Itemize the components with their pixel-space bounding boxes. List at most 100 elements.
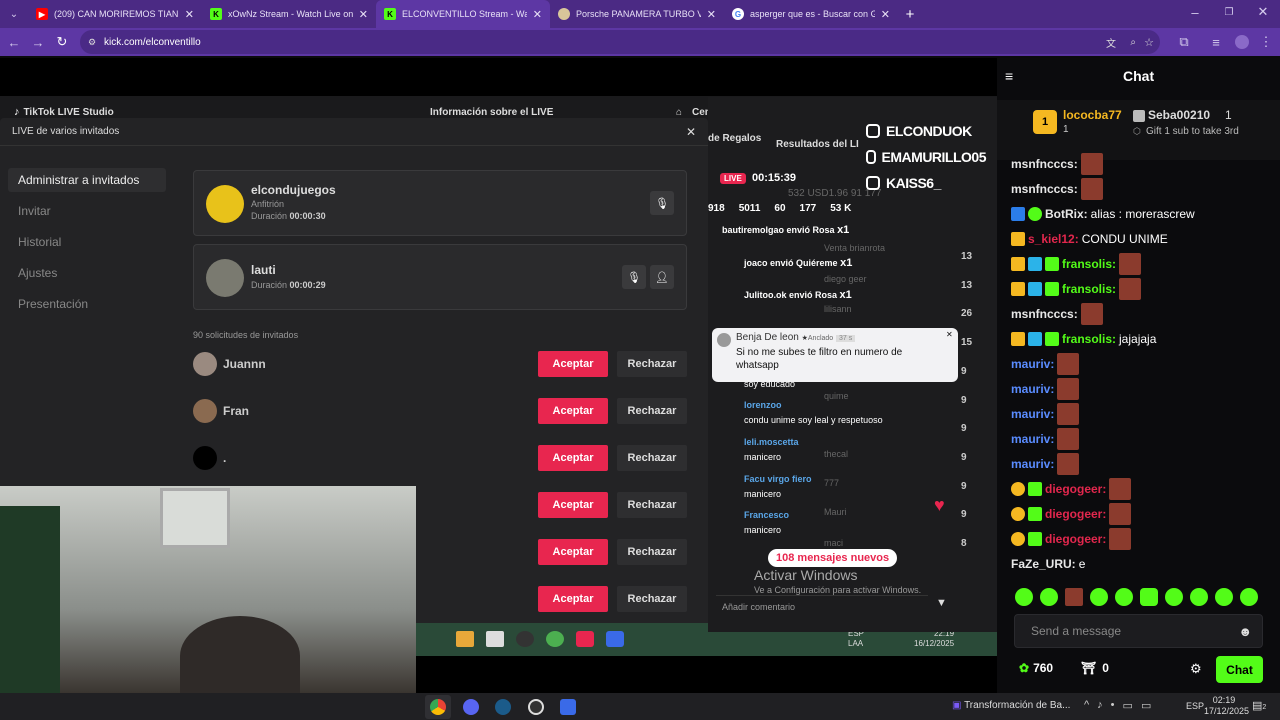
emote[interactable] (1140, 588, 1158, 606)
media-window-title[interactable]: ▣ Transformación de Ba... (952, 700, 1070, 711)
chat-settings-icon[interactable]: ⚙ (1190, 661, 1202, 677)
forward-icon[interactable]: → (26, 30, 50, 54)
monitor-icon[interactable]: ▭ (1123, 699, 1133, 712)
user-icon[interactable]: 👤︎ (650, 265, 674, 289)
reload-icon[interactable]: ↻ (50, 30, 74, 54)
mic-icon[interactable]: 🎙︎ (650, 191, 674, 215)
browser-menu-icon[interactable]: ⋮ (1254, 30, 1278, 54)
new-messages-button[interactable]: 108 mensajes nuevos (768, 549, 898, 567)
sidebar-item-settings[interactable]: Ajustes (8, 261, 166, 285)
gift-icon: ⬡ (1133, 126, 1141, 136)
tab-search-button[interactable]: ⌄ (0, 2, 28, 26)
url-bar[interactable]: ⚙ kick.com/elconventillo 文 ⌕ ☆ (80, 30, 1160, 54)
browser-tab-active[interactable]: KELCONVENTILLO Stream - Watch Live✕ (376, 0, 550, 28)
browser-tab[interactable]: Porsche PANAMERA TURBO V8 | TEST✕ (550, 0, 724, 28)
chat-input[interactable]: Send a message ☻ (1014, 614, 1263, 648)
chat-message: s_kiel12: CONDU UNIME (1011, 228, 1168, 250)
close-tab-icon[interactable]: ✕ (533, 8, 542, 21)
emote[interactable] (1115, 588, 1133, 606)
language-indicator[interactable]: ESP (1186, 701, 1204, 711)
collapse-chat-icon[interactable]: ≡ (1005, 68, 1013, 84)
activate-windows-title: Activar Windows (754, 567, 858, 583)
steam-icon[interactable] (490, 695, 516, 719)
reject-button[interactable]: Rechazar (617, 445, 687, 471)
avatar (193, 446, 217, 470)
browser-tab[interactable]: KxOwNz Stream - Watch Live on Kick✕ (202, 0, 376, 28)
site-info-icon[interactable]: ⚙ (88, 37, 96, 48)
emote[interactable] (1065, 588, 1083, 606)
close-icon[interactable]: ✕ (946, 330, 953, 339)
emote[interactable] (1090, 588, 1108, 606)
chat-panel: ≡ Chat 1 lococba77 1 Seba00210 1 ⬡ Gift … (997, 58, 1280, 693)
emote[interactable] (1040, 588, 1058, 606)
coin-badge-icon (1011, 482, 1025, 496)
minimize-icon[interactable]: – (1178, 0, 1212, 24)
accept-button[interactable]: Aceptar (538, 539, 608, 565)
accept-button[interactable]: Aceptar (538, 351, 608, 377)
chat-message: fransolis: (1011, 278, 1142, 300)
obs-icon[interactable] (523, 695, 549, 719)
heart-icon[interactable]: ♥ (934, 495, 945, 516)
emote[interactable] (1215, 588, 1233, 606)
sidebar-item-manage-guests[interactable]: Administrar a invitados (8, 168, 166, 192)
gift-prompt[interactable]: Gift 1 sub to take 3rd (1146, 126, 1239, 137)
reject-button[interactable]: Rechazar (617, 539, 687, 565)
close-icon[interactable]: ✕ (686, 125, 696, 139)
discord-icon[interactable] (458, 695, 484, 719)
drops-indicator[interactable]: ⛩ 0 (1081, 661, 1109, 675)
pinned-comment: Benja De leon ★Anclado 37 s Si no me sub… (712, 328, 958, 382)
bg-number-column: 13 13 26 15 9 9 9 9 9 9 8 (961, 251, 973, 550)
emote[interactable] (1165, 588, 1183, 606)
new-tab-button[interactable]: + (898, 2, 922, 26)
close-window-icon[interactable]: ✕ (1246, 0, 1280, 24)
live-info-link[interactable]: Información sobre el LIVE (430, 107, 553, 118)
reject-button[interactable]: Rechazar (617, 398, 687, 424)
accept-button[interactable]: Aceptar (538, 398, 608, 424)
clock-time[interactable]: 02:19 (1204, 695, 1244, 706)
accept-button[interactable]: Aceptar (538, 445, 608, 471)
mic-icon[interactable]: 🎙︎ (622, 265, 646, 289)
notification-icon[interactable]: ▤2 (1252, 699, 1266, 712)
media-icon[interactable]: ≡ (1204, 30, 1228, 54)
close-tab-icon[interactable]: ✕ (881, 8, 890, 21)
close-tab-icon[interactable]: ✕ (185, 8, 194, 21)
reject-button[interactable]: Rechazar (617, 351, 687, 377)
send-chat-button[interactable]: Chat (1216, 656, 1263, 683)
sidebar-item-history[interactable]: Historial (8, 230, 166, 254)
crown-badge-icon (1011, 232, 1025, 246)
profile-avatar[interactable] (1230, 30, 1254, 54)
reject-button[interactable]: Rechazar (617, 586, 687, 612)
chrome-icon[interactable] (425, 694, 451, 719)
chevron-up-icon[interactable]: ^ (1084, 699, 1089, 712)
translate-icon[interactable]: 文 (1106, 35, 1116, 50)
back-icon[interactable]: ← (2, 30, 26, 54)
app-icon[interactable] (555, 695, 581, 719)
emote[interactable] (1240, 588, 1258, 606)
emote[interactable] (1190, 588, 1208, 606)
browser-tab[interactable]: Gasperger que es - Buscar con Google✕ (724, 0, 898, 28)
clock-date[interactable]: 17/12/2025 (1204, 706, 1249, 717)
filter-icon[interactable]: ▼ (936, 597, 947, 609)
emoji-icon[interactable]: ☻ (1238, 624, 1252, 639)
mic-icon[interactable]: • (1111, 699, 1115, 712)
display-icon[interactable]: ▭ (1141, 699, 1151, 712)
accept-button[interactable]: Aceptar (538, 586, 608, 612)
results-button[interactable]: Resultados del LI (776, 139, 859, 150)
bookmark-star-icon[interactable]: ☆ (1144, 36, 1154, 49)
accept-button[interactable]: Aceptar (538, 492, 608, 518)
restore-icon[interactable]: ❐ (1212, 0, 1246, 24)
speaker-icon[interactable]: ♪ (1097, 699, 1103, 712)
zoom-icon[interactable]: ⌕ (1130, 37, 1136, 48)
kick-icon: K (210, 8, 222, 20)
sidebar-item-invite[interactable]: Invitar (8, 199, 166, 223)
sidebar-item-presentation[interactable]: Presentación (8, 292, 166, 316)
close-tab-icon[interactable]: ✕ (707, 8, 716, 21)
extensions-icon[interactable]: ⧉ (1172, 30, 1196, 54)
close-tab-icon[interactable]: ✕ (359, 8, 368, 21)
reject-button[interactable]: Rechazar (617, 492, 687, 518)
comment-input[interactable]: Añadir comentario (716, 595, 928, 617)
emote[interactable] (1015, 588, 1033, 606)
browser-tab[interactable]: ▶(209) CAN MORIREMOS TIAN MEDIO✕ (28, 0, 202, 28)
points-indicator[interactable]: ✿ 760 (1019, 661, 1053, 675)
gifts-button[interactable]: de Regalos (708, 133, 761, 144)
